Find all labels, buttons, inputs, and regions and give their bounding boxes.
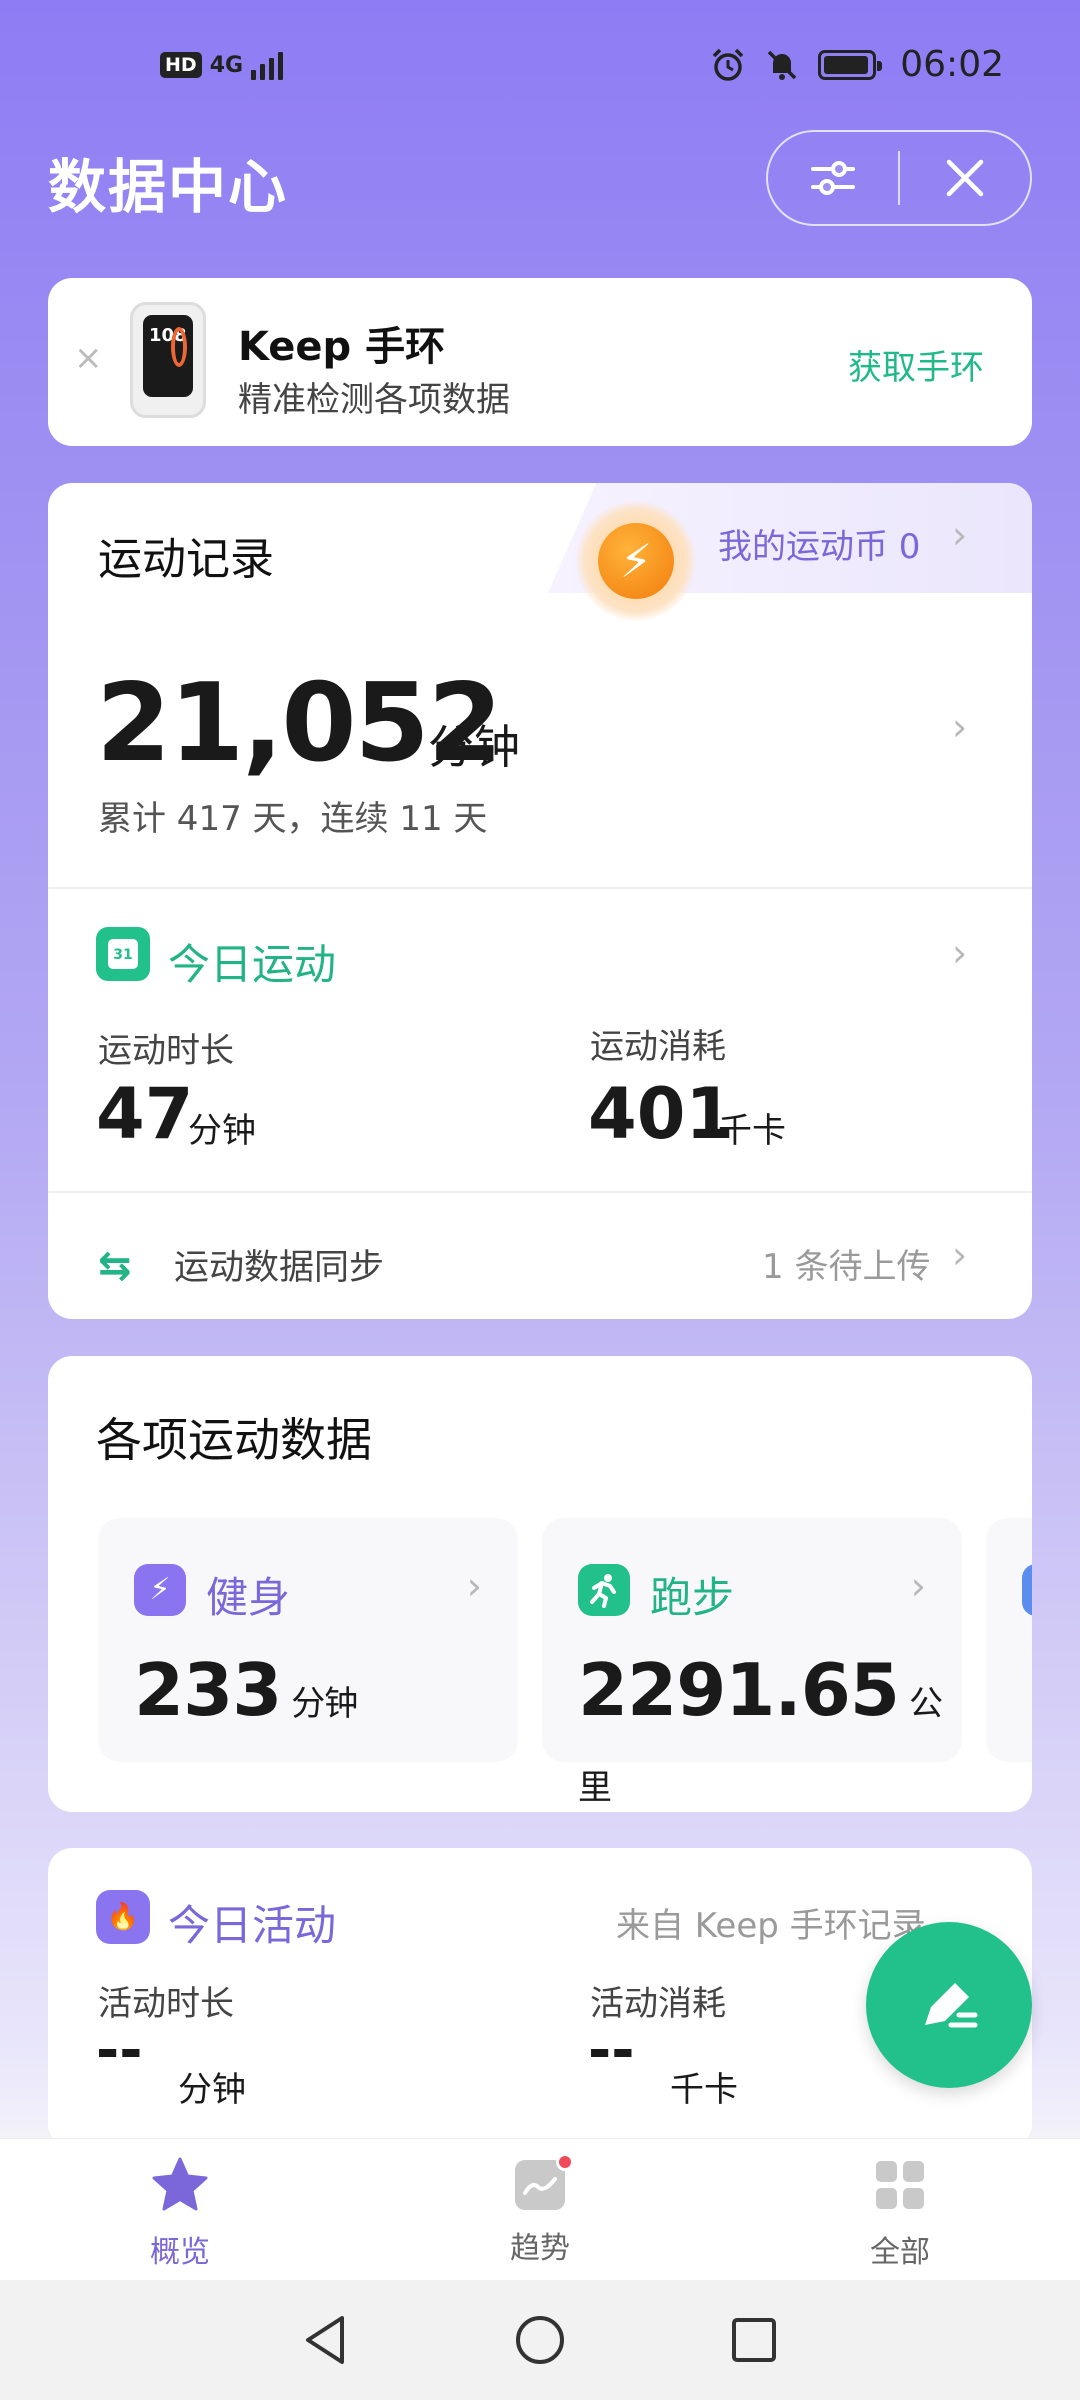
bolt-icon: ⚡ [134,1564,186,1616]
sports-title: 各项运动数据 [96,1413,372,1467]
status-bar: HD 4G 06:02 [0,0,1080,130]
promo-subtitle: 精准检测各项数据 [238,380,510,420]
page-title: 数据中心 [48,153,289,221]
nav-trends[interactable]: 趋势 [430,2153,650,2267]
activity-calories-unit: 千卡 [670,2070,738,2110]
nav-label: 全部 [870,2235,930,2270]
close-icon [946,159,984,197]
flame-icon: 🔥 [96,1890,150,1944]
band-product-image: 108 [130,302,206,418]
calories-unit: 千卡 [718,1111,786,1151]
sport-icon [1022,1564,1032,1616]
chevron-right-icon[interactable]: › [952,1233,967,1277]
calories-value: 401 [588,1073,735,1155]
sport-tile-running[interactable]: 跑步 › 2291.65 公里 [542,1518,962,1808]
network-type: 4G [209,52,244,78]
sync-label[interactable]: 运动数据同步 [174,1239,384,1290]
record-title: 运动记录 [98,534,274,585]
promo-title: Keep 手环 [238,324,446,370]
duration-label: 运动时长 [98,1031,234,1071]
recents-icon[interactable] [728,2314,780,2366]
duration-value: 47 [96,1073,194,1155]
sport-name: 跑步 [650,1573,735,1622]
promo-card[interactable]: × 108 Keep 手环 精准检测各项数据 获取手环 [48,278,1032,446]
sliders-icon [811,161,855,195]
coin-icon: ⚡ [576,501,696,621]
record-fab-button[interactable] [866,1922,1032,2088]
grid-icon [876,2161,924,2209]
record-summary: 累计 417 天，连续 11 天 [98,799,488,839]
sport-value: 2291.65 公里 [578,1648,943,1808]
duration-unit: 分钟 [188,1111,256,1151]
miniapp-capsule [766,130,1032,226]
status-right: 06:02 [710,44,1004,85]
nav-label: 趋势 [510,2231,570,2266]
activity-title[interactable]: 今日活动 [168,1892,336,1953]
star-icon [152,2157,208,2211]
chevron-right-icon[interactable]: › [952,705,967,749]
clock: 06:02 [900,44,1004,85]
total-unit: 分钟 [428,720,520,774]
sync-status: 1 条待上传 [762,1247,931,1287]
activity-calories-value: -- [588,2018,635,2083]
battery-icon [818,49,883,80]
divider [48,1191,1032,1193]
sport-tile-partial[interactable] [986,1518,1032,1762]
get-band-link[interactable]: 获取手环 [848,340,984,389]
chevron-right-icon: › [466,1564,482,1608]
back-icon[interactable] [300,2312,352,2368]
chevron-right-icon: › [910,1564,926,1608]
notification-dot [556,2153,574,2171]
close-button[interactable] [900,132,1030,224]
divider [48,887,1032,889]
nav-overview[interactable]: 概览 [70,2155,290,2271]
sport-value: 233 分钟 [134,1648,358,1732]
coins-label[interactable]: 我的运动币 0 [718,519,920,568]
home-icon[interactable] [512,2312,568,2368]
nav-label: 概览 [150,2235,210,2270]
activity-source: 来自 Keep 手环记录 [616,1906,926,1946]
alarm-icon [713,48,744,81]
promo-close-button[interactable]: × [74,338,103,378]
hd-badge: HD [160,52,202,78]
bottom-nav: 概览 趋势 全部 [0,2138,1080,2280]
today-exercise-title[interactable]: 今日运动 [168,931,336,992]
sports-data-card: 各项运动数据 ⚡ 健身 › 233 分钟 跑步 › 2291.65 公里 [48,1356,1032,1812]
settings-button[interactable] [768,132,898,224]
nav-all[interactable]: 全部 [790,2155,1010,2271]
system-nav-bar [0,2280,1080,2400]
sync-icon: ⇆ [98,1243,132,1289]
activity-duration-value: -- [96,2018,143,2083]
mute-bell-icon [768,50,797,80]
chevron-right-icon[interactable]: › [952,931,967,975]
runner-icon [578,1564,630,1616]
sport-tile-fitness[interactable]: ⚡ 健身 › 233 分钟 [98,1518,518,1762]
calendar-icon: 31 [96,927,150,981]
signal-icon [251,50,284,80]
exercise-record-card: ⚡ 我的运动币 0 › 运动记录 21,052 分钟 累计 417 天，连续 1… [48,483,1032,1319]
network-indicators: HD 4G [160,50,284,80]
chevron-right-icon: › [952,513,968,557]
sport-name: 健身 [206,1573,291,1622]
calories-label: 运动消耗 [590,1027,726,1067]
edit-icon [925,1983,978,2028]
activity-duration-unit: 分钟 [178,2070,246,2110]
